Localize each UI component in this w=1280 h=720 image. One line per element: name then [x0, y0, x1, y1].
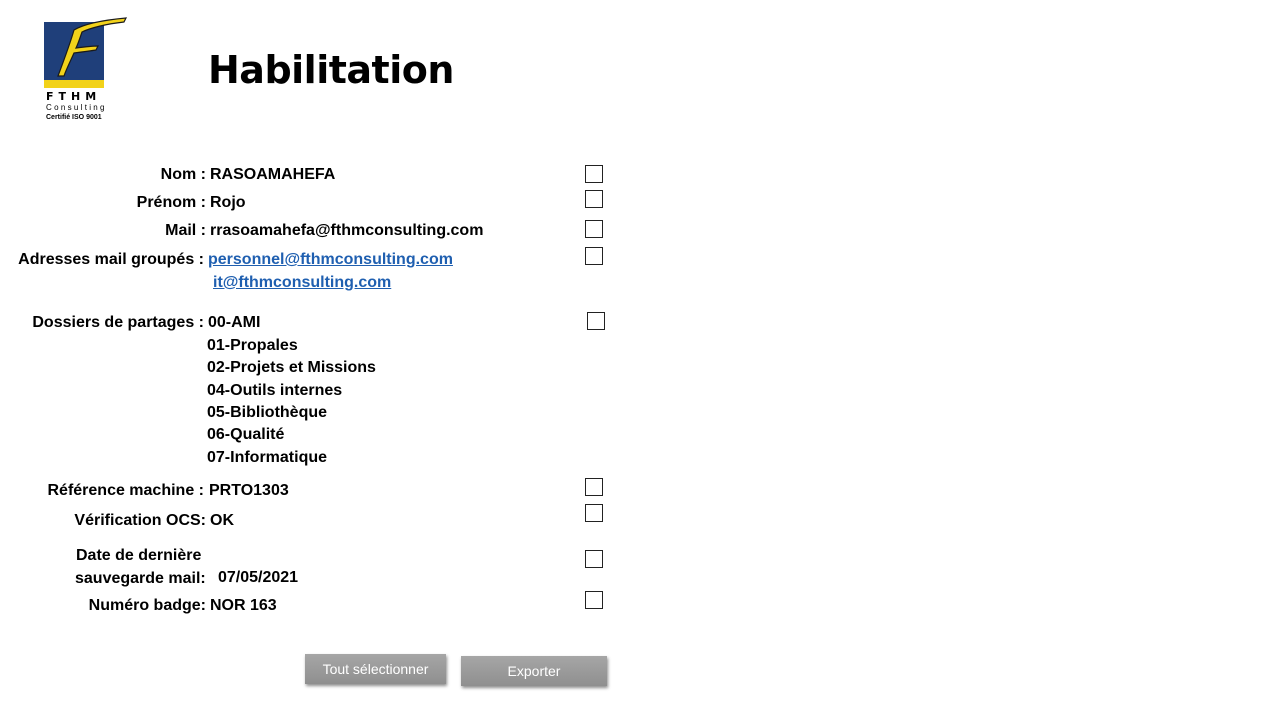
machine-value: PRTO1303	[209, 482, 289, 499]
nom-label: Nom :	[160, 166, 206, 183]
export-button[interactable]: Exporter	[461, 656, 607, 686]
ocs-label: Vérification OCS:	[74, 512, 206, 529]
prenom-checkbox[interactable]	[585, 190, 603, 208]
machine-label: Référence machine :	[47, 482, 204, 499]
logo-certification: Certifié ISO 9001	[46, 114, 102, 121]
prenom-label: Prénom :	[136, 194, 206, 211]
prenom-value: Rojo	[210, 194, 246, 211]
dossier-item: 01-Propales	[207, 337, 298, 354]
ocs-value: OK	[210, 512, 234, 529]
mail-label: Mail :	[165, 222, 206, 239]
nom-value: RASOAMAHEFA	[210, 166, 336, 183]
badge-checkbox[interactable]	[585, 591, 603, 609]
page-title: Habilitation	[208, 48, 454, 92]
sauvegarde-value: 07/05/2021	[218, 569, 299, 586]
dossier-item: 06-Qualité	[207, 426, 285, 443]
dossier-item: 07-Informatique	[207, 449, 328, 466]
ocs-checkbox[interactable]	[585, 504, 603, 522]
dossier-item: 05-Bibliothèque	[207, 404, 328, 421]
nom-checkbox[interactable]	[585, 165, 603, 183]
groupes-checkbox[interactable]	[585, 247, 603, 265]
machine-checkbox[interactable]	[585, 478, 603, 496]
dossier-item: 00-AMI	[208, 314, 261, 331]
groupe-link-personnel[interactable]: personnel@fthmconsulting.com	[208, 249, 453, 271]
dossier-item: 04-Outils internes	[207, 382, 343, 399]
mail-value: rrasoamahefa@fthmconsulting.com	[210, 222, 484, 239]
sauvegarde-label-line1: Date de dernière	[76, 547, 202, 564]
dossiers-label: Dossiers de partages :	[32, 314, 204, 331]
sauvegarde-checkbox[interactable]	[585, 550, 603, 568]
groupe-link-it[interactable]: it@fthmconsulting.com	[213, 272, 391, 294]
badge-value: NOR 163	[210, 597, 277, 614]
sauvegarde-label-line2: sauvegarde mail:	[75, 570, 206, 587]
fthm-logo: FTHM Consulting Certifié ISO 9001	[44, 16, 128, 126]
logo-subtitle: Consulting	[46, 103, 107, 112]
dossiers-checkbox[interactable]	[587, 312, 605, 330]
logo-name: FTHM	[46, 90, 102, 103]
select-all-button[interactable]: Tout sélectionner	[305, 654, 446, 684]
mail-checkbox[interactable]	[585, 220, 603, 238]
fthm-logo-icon	[44, 17, 128, 88]
groupes-label: Adresses mail groupés :	[18, 251, 204, 268]
badge-label: Numéro badge:	[88, 597, 206, 614]
dossier-item: 02-Projets et Missions	[207, 359, 376, 376]
